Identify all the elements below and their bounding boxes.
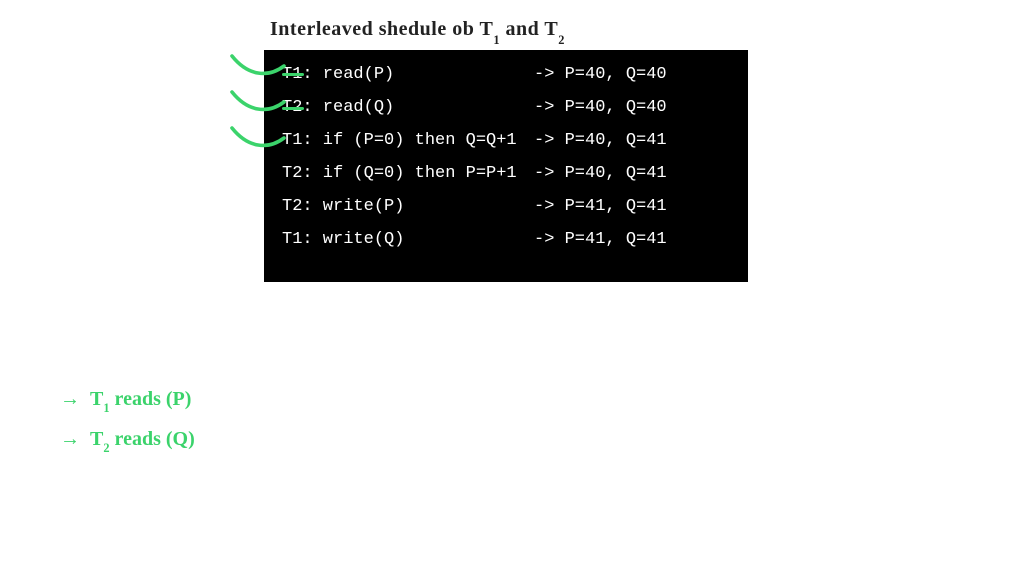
terminal-result: -> P=41, Q=41 bbox=[534, 231, 667, 248]
note-t-pre: T bbox=[90, 388, 103, 410]
terminal-op: T1: if (P=0) then Q=Q+1 bbox=[282, 132, 534, 149]
note-line: → T1 reads (P) bbox=[60, 388, 195, 414]
terminal-op: T1: write(Q) bbox=[282, 231, 534, 248]
note-line: → T2 reads (Q) bbox=[60, 428, 195, 454]
note-t-sub: 2 bbox=[103, 441, 109, 455]
page-title: Interleaved shedule ob T1 and T2 bbox=[270, 18, 565, 44]
note-text: T1 reads (P) bbox=[90, 388, 191, 414]
note-rest: reads (Q) bbox=[110, 428, 195, 450]
terminal-row: T1: if (P=0) then Q=Q+1 -> P=40, Q=41 bbox=[282, 132, 730, 149]
note-text: T2 reads (Q) bbox=[90, 428, 195, 454]
note-t-pre: T bbox=[90, 428, 103, 450]
title-mid: and T bbox=[500, 18, 558, 40]
title-sub2: 2 bbox=[558, 33, 565, 47]
terminal-result: -> P=41, Q=41 bbox=[534, 198, 667, 215]
terminal-row: T2: write(P) -> P=41, Q=41 bbox=[282, 198, 730, 215]
terminal-result: -> P=40, Q=40 bbox=[534, 99, 667, 116]
note-t-sub: 1 bbox=[103, 401, 109, 415]
terminal-row: T1: read(P) -> P=40, Q=40 bbox=[282, 66, 730, 83]
terminal-row: T1: write(Q) -> P=41, Q=41 bbox=[282, 231, 730, 248]
title-sub1: 1 bbox=[493, 33, 500, 47]
terminal-result: -> P=40, Q=40 bbox=[534, 66, 667, 83]
terminal-op: T2: if (Q=0) then P=P+1 bbox=[282, 165, 534, 182]
notes-area: → T1 reads (P) → T2 reads (Q) bbox=[60, 388, 195, 468]
terminal-result: -> P=40, Q=41 bbox=[534, 165, 667, 182]
terminal-row: T2: if (Q=0) then P=P+1 -> P=40, Q=41 bbox=[282, 165, 730, 182]
terminal-op: T2: write(P) bbox=[282, 198, 534, 215]
title-pre: Interleaved shedule ob T bbox=[270, 18, 493, 40]
terminal-block: T1: read(P) -> P=40, Q=40 T2: read(Q) ->… bbox=[264, 50, 748, 282]
terminal-op: T2: read(Q) bbox=[282, 99, 534, 116]
terminal-row: T2: read(Q) -> P=40, Q=40 bbox=[282, 99, 730, 116]
arrow-icon: → bbox=[60, 388, 80, 411]
note-rest: reads (P) bbox=[110, 388, 192, 410]
terminal-result: -> P=40, Q=41 bbox=[534, 132, 667, 149]
terminal-op: T1: read(P) bbox=[282, 66, 534, 83]
arrow-icon: → bbox=[60, 428, 80, 451]
